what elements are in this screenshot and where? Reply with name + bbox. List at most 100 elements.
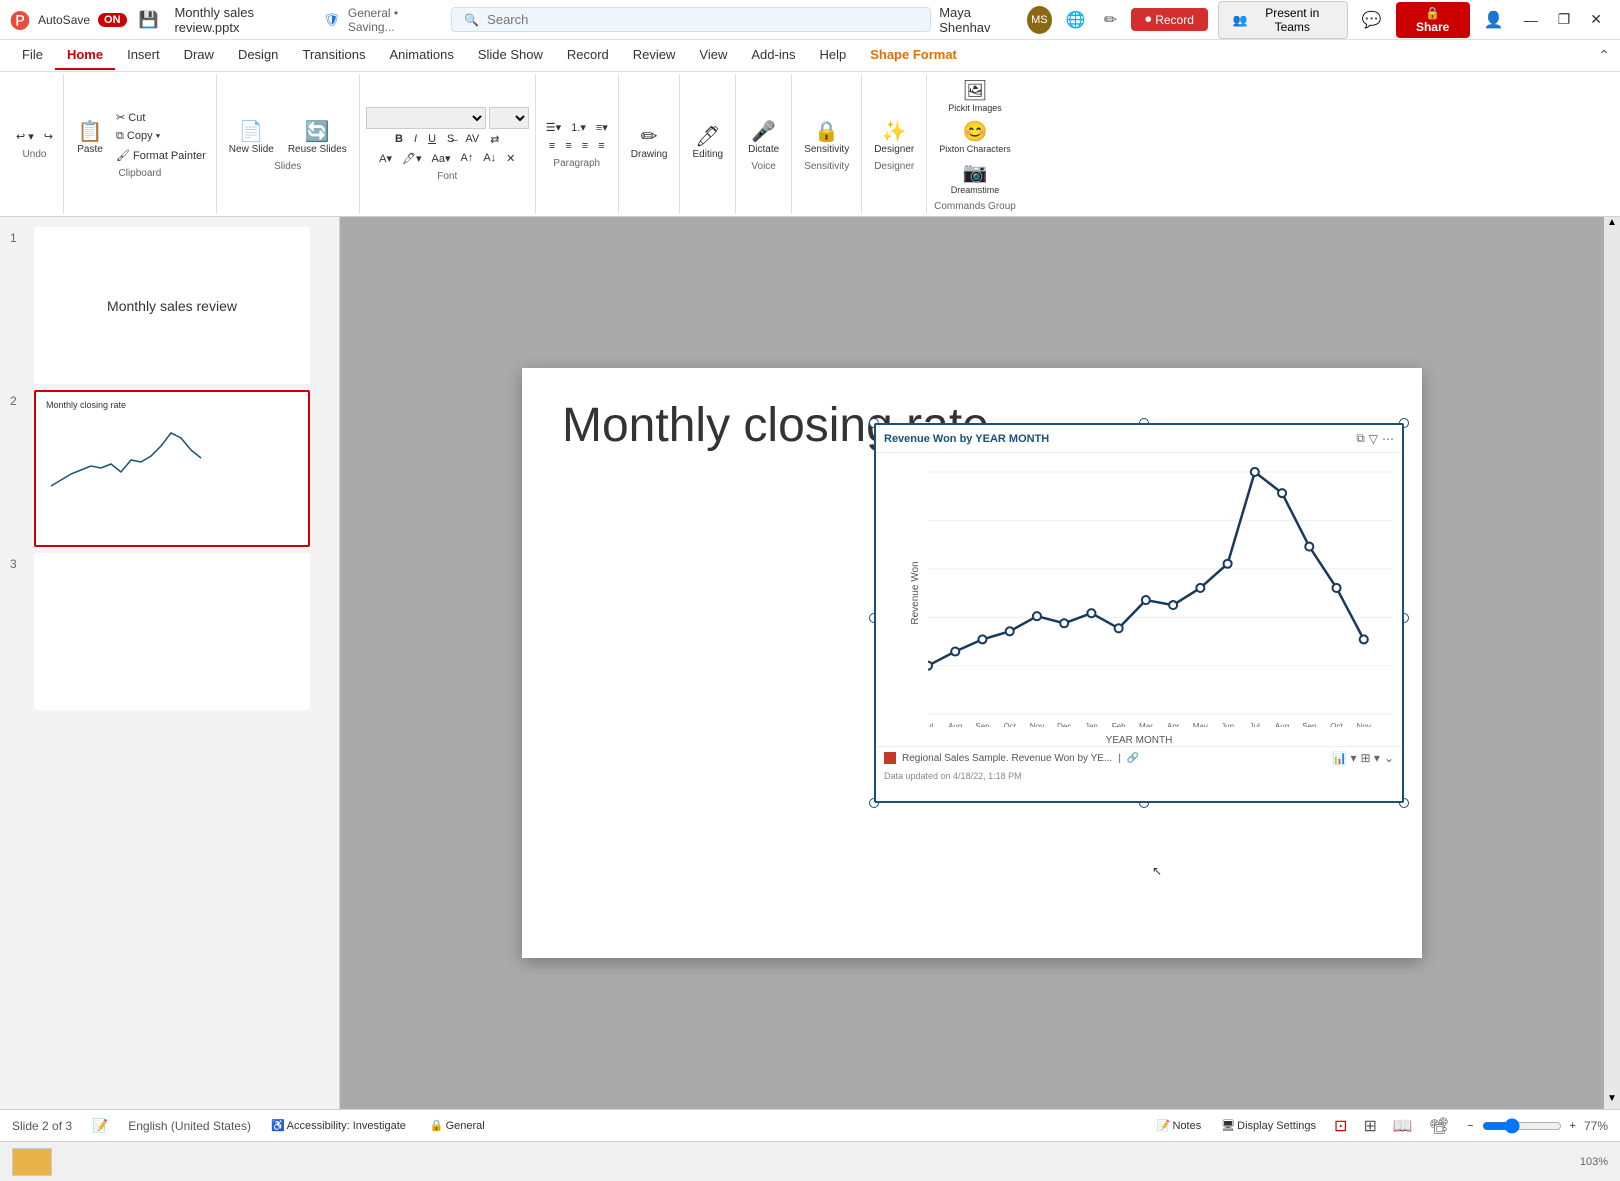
tab-design[interactable]: Design bbox=[226, 41, 290, 70]
scroll-down[interactable]: ▼ bbox=[1607, 1093, 1617, 1109]
pen-icon[interactable]: ✏ bbox=[1100, 6, 1121, 34]
designer-button[interactable]: ✨ Designer bbox=[868, 117, 920, 157]
share-button[interactable]: 🔒 Share bbox=[1396, 2, 1470, 38]
text-direction-button[interactable]: ⇄ bbox=[486, 131, 503, 148]
char-spacing-button[interactable]: AV bbox=[461, 131, 483, 147]
slide-thumb-2[interactable]: Monthly closing rate bbox=[34, 390, 310, 547]
new-slide-button[interactable]: 📄 New Slide bbox=[223, 117, 280, 157]
sensitivity-label: Sensitivity bbox=[804, 161, 849, 172]
chart-copy-icon[interactable]: ⧉ bbox=[1356, 431, 1365, 446]
justify-button[interactable]: ≡ bbox=[594, 138, 608, 154]
underline-button[interactable]: U bbox=[424, 131, 440, 147]
bold-button[interactable]: B bbox=[391, 131, 407, 147]
cut-button[interactable]: ✂ Cut bbox=[112, 109, 210, 126]
slide-item-2[interactable]: 2 Monthly closing rate bbox=[10, 390, 329, 547]
ribbon-collapse-button[interactable]: ⌃ bbox=[1598, 47, 1610, 64]
reading-view-button[interactable]: 📖 bbox=[1391, 1114, 1415, 1138]
tab-insert[interactable]: Insert bbox=[115, 41, 172, 70]
chart-table-icon[interactable]: ⊞ ▾ bbox=[1361, 751, 1380, 765]
ribbon-group-clipboard: 📋 Paste ✂ Cut ⧉ Copy ▾ 🖌 Format Painter … bbox=[64, 74, 217, 214]
format-painter-button[interactable]: 🖌 Format Painter bbox=[112, 147, 210, 164]
font-color-button[interactable]: A▾ bbox=[375, 150, 396, 167]
multilevel-button[interactable]: ≡▾ bbox=[592, 119, 612, 136]
zoom-out-button[interactable]: − bbox=[1463, 1118, 1477, 1134]
slide-sorter-button[interactable]: ⊞ bbox=[1361, 1114, 1378, 1138]
reuse-slides-button[interactable]: 🔄 Reuse Slides bbox=[282, 117, 353, 157]
strikethrough-button[interactable]: S̶ bbox=[443, 131, 458, 147]
autosave-toggle[interactable]: ON bbox=[98, 13, 127, 27]
clear-format-button[interactable]: ✕ bbox=[502, 150, 519, 167]
bullets-button[interactable]: ☰▾ bbox=[542, 119, 565, 136]
notes-button[interactable]: 📝 Notes bbox=[1153, 1117, 1205, 1134]
decrease-font-button[interactable]: A↓ bbox=[479, 150, 500, 166]
save-icon[interactable]: 💾 bbox=[135, 6, 163, 34]
display-settings-button[interactable]: 🖥 Display Settings bbox=[1217, 1117, 1320, 1134]
global-icon[interactable]: 🌐 bbox=[1062, 6, 1090, 34]
tab-shape-format[interactable]: Shape Format bbox=[858, 41, 969, 70]
tab-view[interactable]: View bbox=[687, 41, 739, 70]
restore-button[interactable]: ❐ bbox=[1550, 7, 1579, 32]
tab-help[interactable]: Help bbox=[807, 41, 858, 70]
tab-review[interactable]: Review bbox=[621, 41, 688, 70]
canvas-area: Monthly closing rate Revenue Won by YEAR… bbox=[340, 217, 1604, 1109]
align-right-button[interactable]: ≡ bbox=[578, 138, 592, 154]
font-size-select[interactable] bbox=[489, 107, 529, 129]
increase-font-button[interactable]: A↑ bbox=[456, 150, 477, 166]
thumbnail-strip: 103% bbox=[0, 1141, 1620, 1181]
present-in-teams-button[interactable]: 👥 Present in Teams bbox=[1218, 1, 1348, 39]
undo-button[interactable]: ↩ ▾ bbox=[12, 128, 38, 145]
font-family-select[interactable] bbox=[366, 107, 486, 129]
align-center-button[interactable]: ≡ bbox=[561, 138, 575, 154]
slide-1-title: Monthly sales review bbox=[107, 298, 237, 314]
slide-thumb-3[interactable] bbox=[34, 553, 310, 710]
thumbnail-item[interactable] bbox=[12, 1148, 52, 1176]
editing-button[interactable]: 🖊 Editing bbox=[686, 122, 729, 162]
pixton-button[interactable]: 😊 Pixton Characters bbox=[933, 117, 1017, 156]
tab-transitions[interactable]: Transitions bbox=[290, 41, 377, 70]
paste-button[interactable]: 📋 Paste bbox=[70, 117, 110, 157]
zoom-slider[interactable] bbox=[1482, 1118, 1562, 1134]
slide-notes-icon[interactable]: 📝 bbox=[88, 1114, 112, 1138]
comments-icon[interactable]: 💬 bbox=[1358, 6, 1386, 34]
location-button[interactable]: 🔒 General bbox=[426, 1117, 489, 1134]
tab-addins[interactable]: Add-ins bbox=[739, 41, 807, 70]
slide-item-3[interactable]: 3 bbox=[10, 553, 329, 710]
chart-filter-icon[interactable]: ▽ bbox=[1369, 431, 1378, 446]
dreamstime-button[interactable]: 📷 Dreamstime bbox=[945, 158, 1006, 197]
dictate-button[interactable]: 🎤 Dictate bbox=[742, 117, 785, 157]
slide-item-1[interactable]: 1 Monthly sales review bbox=[10, 227, 329, 384]
tab-animations[interactable]: Animations bbox=[378, 41, 466, 70]
italic-button[interactable]: I bbox=[410, 131, 421, 147]
pickit-images-button[interactable]: 🖼 Pickit Images bbox=[942, 76, 1008, 115]
tab-file[interactable]: File bbox=[10, 41, 55, 70]
chart-bar-icon[interactable]: 📊 ▾ bbox=[1332, 751, 1356, 765]
record-button[interactable]: ⏺ Record bbox=[1131, 8, 1208, 31]
zoom-in-button[interactable]: + bbox=[1566, 1118, 1580, 1134]
numbering-button[interactable]: 1.▾ bbox=[567, 119, 590, 136]
chart-expand-icon[interactable]: ⌄ bbox=[1384, 751, 1394, 765]
right-scrollbar[interactable]: ▲ ▼ bbox=[1604, 217, 1620, 1109]
tab-record[interactable]: Record bbox=[555, 41, 621, 70]
presenter-view-button[interactable]: 📽 bbox=[1427, 1114, 1451, 1138]
slide-thumb-1[interactable]: Monthly sales review bbox=[34, 227, 310, 384]
tab-slideshow[interactable]: Slide Show bbox=[466, 41, 555, 70]
highlight-button[interactable]: 🖊▾ bbox=[398, 150, 426, 167]
sensitivity-button[interactable]: 🔒 Sensitivity bbox=[798, 117, 855, 157]
redo-button[interactable]: ↪ bbox=[40, 128, 57, 145]
close-button[interactable]: ✕ bbox=[1582, 7, 1610, 32]
people-icon[interactable]: 👤 bbox=[1480, 6, 1508, 34]
normal-view-button[interactable]: ⊡ bbox=[1332, 1114, 1349, 1138]
search-input[interactable] bbox=[487, 12, 918, 27]
search-box[interactable]: 🔍 bbox=[451, 7, 931, 32]
align-left-button[interactable]: ≡ bbox=[545, 138, 559, 154]
copy-button[interactable]: ⧉ Copy ▾ bbox=[112, 128, 210, 145]
font-case-button[interactable]: Aa▾ bbox=[427, 150, 454, 167]
minimize-button[interactable]: — bbox=[1516, 7, 1546, 32]
accessibility-button[interactable]: ♿ Accessibility: Investigate bbox=[267, 1117, 410, 1134]
drawing-button[interactable]: ✏ Drawing bbox=[625, 122, 674, 162]
chart-more-icon[interactable]: ⋯ bbox=[1382, 431, 1394, 446]
scroll-up[interactable]: ▲ bbox=[1607, 217, 1617, 233]
tab-home[interactable]: Home bbox=[55, 41, 115, 70]
tab-draw[interactable]: Draw bbox=[172, 41, 226, 70]
slide-2-title: Monthly closing rate bbox=[46, 400, 126, 410]
